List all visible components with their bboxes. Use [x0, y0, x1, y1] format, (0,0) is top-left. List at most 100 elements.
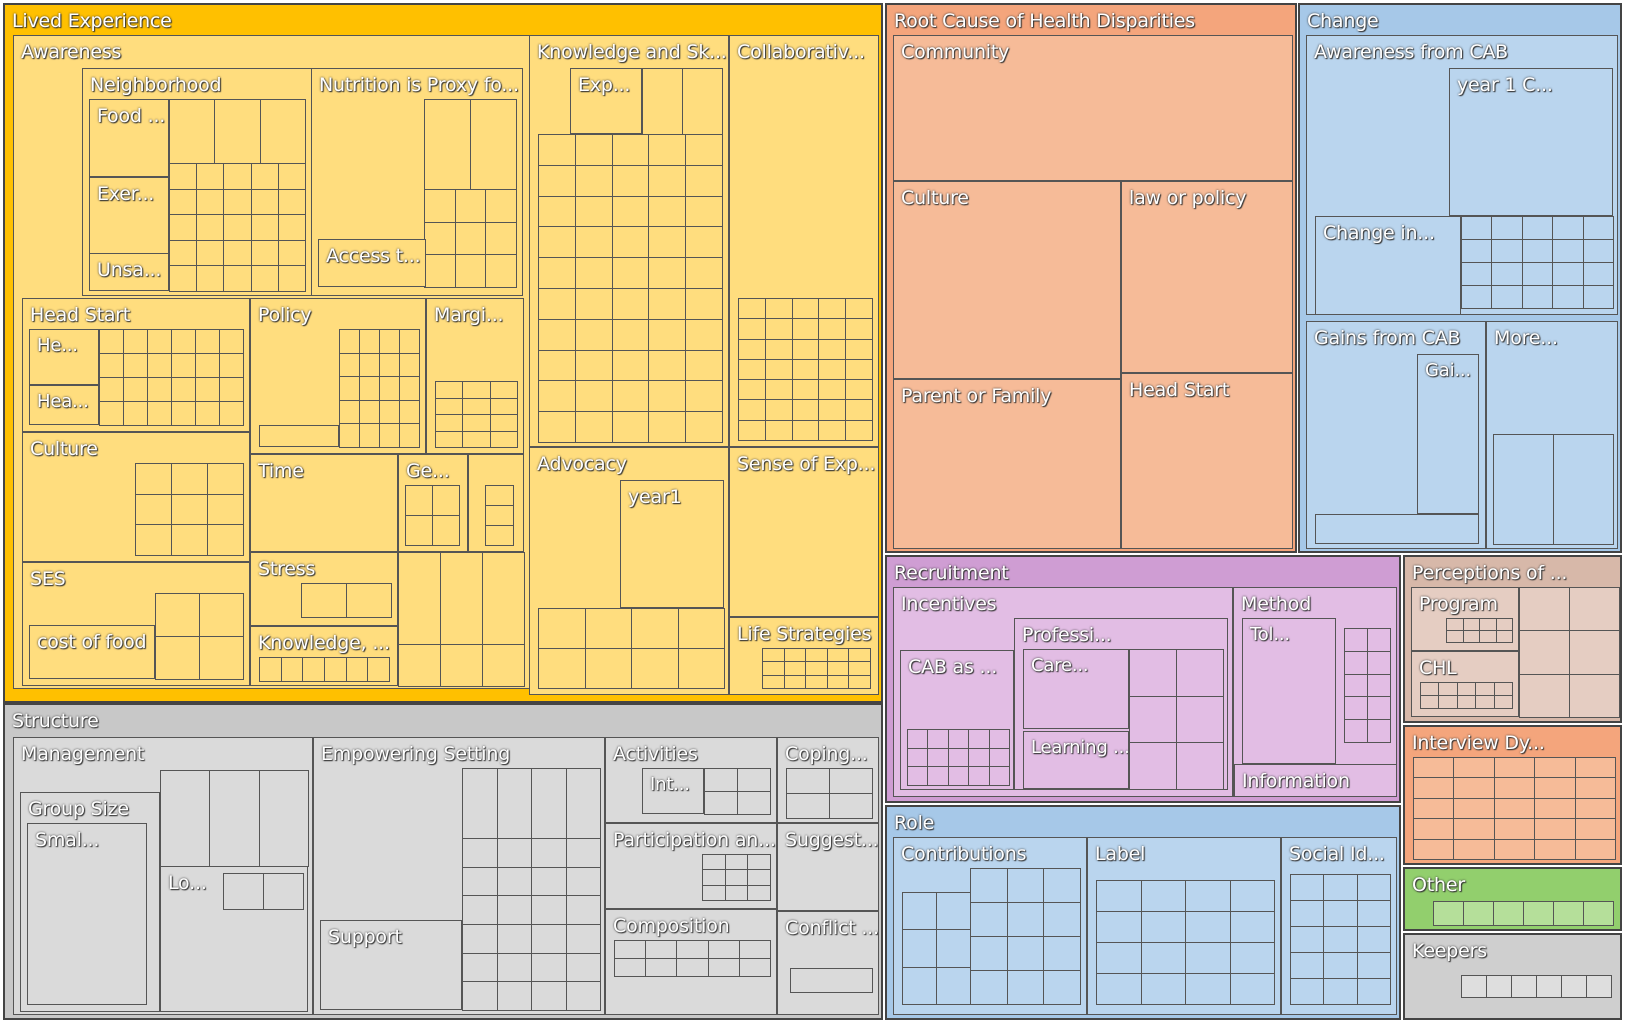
- treemap-leaf-cell[interactable]: [1096, 880, 1142, 912]
- treemap-leaf-cell[interactable]: [1356, 978, 1391, 1005]
- treemap-leaf-cell[interactable]: [848, 648, 871, 663]
- treemap-leaf-cell[interactable]: [611, 164, 650, 197]
- treemap-leaf-cell[interactable]: [1495, 630, 1513, 643]
- treemap-leaf-cell[interactable]: [1523, 901, 1554, 926]
- treemap-leaf-cell[interactable]: [1356, 900, 1391, 927]
- treemap-leaf-cell[interactable]: [462, 838, 498, 868]
- treemap-node-perceptions-of[interactable]: Perceptions of ... Program CHL: [1403, 555, 1622, 723]
- treemap-leaf-cell[interactable]: [359, 329, 380, 354]
- treemap-node-cab-as[interactable]: CAB as ...: [900, 650, 1014, 790]
- treemap-node-professi[interactable]: Professi... Care... Learning ...: [1014, 618, 1228, 790]
- treemap-leaf-cell[interactable]: [277, 239, 306, 267]
- treemap-leaf-cell[interactable]: [250, 188, 279, 216]
- treemap-leaf-cell[interactable]: [783, 674, 807, 689]
- treemap-leaf-cell[interactable]: [1475, 695, 1495, 709]
- treemap-leaf-cell[interactable]: [1176, 649, 1224, 697]
- treemap-leaf-cell[interactable]: [485, 485, 514, 506]
- treemap-leaf-cell[interactable]: [738, 958, 771, 977]
- treemap-leaf-cell[interactable]: [462, 381, 491, 399]
- treemap-leaf-cell[interactable]: [538, 318, 576, 351]
- treemap-leaf-cell[interactable]: [1461, 239, 1493, 263]
- treemap-leaf-cell[interactable]: [818, 318, 847, 340]
- treemap-leaf-cell[interactable]: [435, 397, 464, 415]
- treemap-leaf-cell[interactable]: [496, 866, 532, 897]
- treemap-leaf-cell[interactable]: [737, 768, 771, 792]
- treemap-leaf-cell[interactable]: [565, 895, 601, 925]
- treemap-leaf-cell[interactable]: [339, 376, 360, 401]
- treemap-leaf-cell[interactable]: [160, 770, 211, 867]
- treemap-leaf-cell[interactable]: [214, 99, 261, 164]
- treemap-leaf-cell[interactable]: [707, 940, 740, 959]
- treemap-leaf-cell[interactable]: [1493, 682, 1513, 696]
- treemap-node-group-size[interactable]: Group Size Smal...: [20, 792, 160, 1012]
- treemap-leaf-cell[interactable]: [783, 661, 807, 676]
- treemap-leaf-cell[interactable]: [845, 419, 873, 441]
- treemap-leaf-cell[interactable]: [1229, 973, 1275, 1005]
- treemap-leaf-cell[interactable]: [738, 419, 766, 441]
- treemap-leaf-cell[interactable]: [927, 729, 949, 749]
- treemap-leaf-cell[interactable]: [346, 583, 392, 618]
- treemap-node-method[interactable]: Method Tol... Information: [1233, 587, 1397, 797]
- treemap-node-nutrition-is-proxy-fo[interactable]: Nutrition is Proxy fo... Access t...: [311, 68, 523, 296]
- treemap-leaf-cell[interactable]: [1461, 262, 1493, 286]
- treemap-node-incentives[interactable]: Incentives CAB as ... Professi... Care... Le…: [893, 587, 1233, 797]
- treemap-leaf-cell[interactable]: [927, 766, 949, 786]
- treemap-leaf-cell[interactable]: [927, 747, 949, 768]
- treemap-leaf-cell[interactable]: [1519, 630, 1570, 675]
- treemap-leaf-cell[interactable]: [196, 265, 225, 292]
- treemap-leaf-cell[interactable]: [685, 288, 723, 320]
- treemap-leaf-cell[interactable]: [531, 981, 567, 1011]
- treemap-leaf-cell[interactable]: [1356, 952, 1391, 979]
- treemap-leaf-cell[interactable]: [1574, 757, 1616, 779]
- treemap-leaf-cell[interactable]: [1096, 942, 1142, 974]
- treemap-leaf-cell[interactable]: [791, 298, 820, 320]
- treemap-leaf-cell[interactable]: [574, 226, 613, 259]
- treemap-leaf-cell[interactable]: [1493, 818, 1536, 840]
- treemap-leaf-cell[interactable]: [702, 884, 726, 901]
- treemap-node-interview-dy[interactable]: Interview Dy...: [1403, 725, 1622, 865]
- treemap-leaf-cell[interactable]: [848, 674, 871, 689]
- treemap-leaf-cell[interactable]: [1413, 757, 1455, 779]
- treemap-leaf-cell[interactable]: [462, 924, 498, 954]
- treemap-leaf-cell[interactable]: [1185, 911, 1231, 943]
- treemap-node-label[interactable]: Label: [1087, 837, 1281, 1015]
- treemap-leaf-cell[interactable]: [462, 952, 498, 983]
- treemap-node-support[interactable]: Support: [320, 920, 462, 1010]
- treemap-cell[interactable]: [1315, 514, 1479, 544]
- treemap-leaf-cell[interactable]: [379, 423, 400, 448]
- treemap-leaf-cell[interactable]: [1461, 975, 1487, 998]
- treemap-leaf-cell[interactable]: [845, 318, 873, 340]
- treemap-leaf-cell[interactable]: [123, 329, 148, 354]
- treemap-leaf-cell[interactable]: [1438, 695, 1458, 709]
- treemap-node-neighborhood[interactable]: Neighborhood Food ... Exer... Unsa...: [82, 68, 314, 296]
- treemap-node-margi[interactable]: Margi...: [426, 298, 524, 454]
- treemap-leaf-cell[interactable]: [1043, 902, 1081, 937]
- treemap-node-keepers[interactable]: Keepers: [1403, 933, 1622, 1020]
- treemap-leaf-cell[interactable]: [489, 430, 518, 448]
- treemap-leaf-cell[interactable]: [1438, 682, 1458, 696]
- treemap-leaf-cell[interactable]: [907, 766, 929, 786]
- treemap-leaf-cell[interactable]: [263, 873, 304, 910]
- treemap-leaf-cell[interactable]: [574, 318, 613, 351]
- treemap-leaf-cell[interactable]: [970, 936, 1008, 971]
- treemap-leaf-cell[interactable]: [538, 608, 586, 649]
- treemap-leaf-cell[interactable]: [1561, 975, 1587, 998]
- treemap-leaf-cell[interactable]: [1413, 777, 1455, 799]
- treemap-leaf-cell[interactable]: [818, 338, 847, 360]
- treemap-leaf-cell[interactable]: [762, 648, 785, 663]
- treemap-leaf-cell[interactable]: [1463, 901, 1494, 926]
- treemap-node-awareness-from-cab[interactable]: Awareness from CAB year 1 C... Change in..…: [1306, 35, 1618, 315]
- treemap-leaf-cell[interactable]: [462, 768, 498, 839]
- treemap-leaf-cell[interactable]: [1534, 838, 1576, 860]
- treemap-leaf-cell[interactable]: [454, 189, 487, 223]
- treemap-leaf-cell[interactable]: [685, 349, 723, 382]
- treemap-leaf-cell[interactable]: [818, 379, 847, 401]
- treemap-leaf-cell[interactable]: [345, 657, 369, 682]
- treemap-leaf-cell[interactable]: [405, 515, 433, 546]
- treemap-leaf-cell[interactable]: [496, 768, 532, 839]
- treemap-leaf-cell[interactable]: [1491, 216, 1523, 240]
- treemap-leaf-cell[interactable]: [399, 329, 420, 354]
- treemap-leaf-cell[interactable]: [611, 288, 650, 320]
- treemap-leaf-cell[interactable]: [738, 379, 766, 401]
- treemap-leaf-cell[interactable]: [968, 747, 990, 768]
